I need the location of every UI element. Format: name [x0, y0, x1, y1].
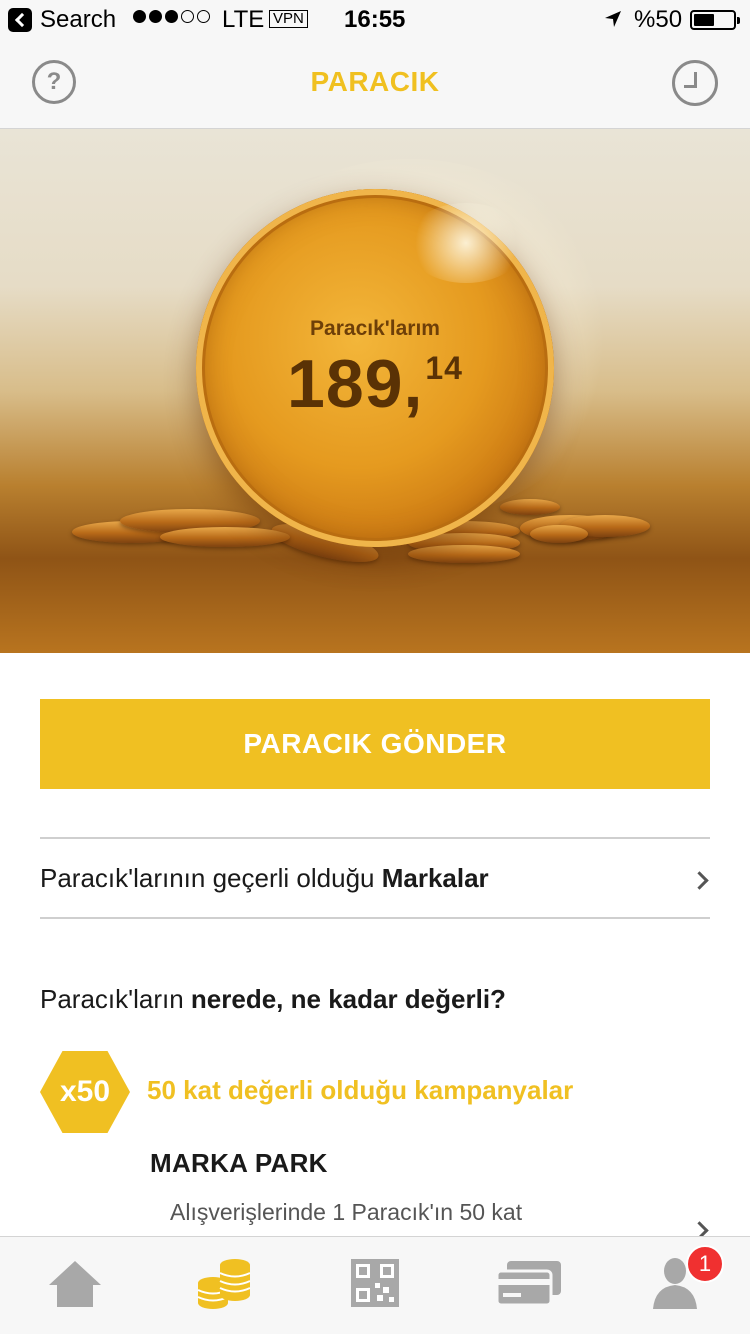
campaign-title[interactable]: 50 kat değerli olduğu kampanyalar [147, 1075, 573, 1106]
valid-brands-text: Paracık'larının geçerli olduğu Markalar [40, 863, 489, 894]
section-title: Paracık'ların nerede, ne kadar değerli? [40, 984, 506, 1015]
qr-code-icon [351, 1259, 399, 1307]
campaign-description: Alışverişlerinde 1 Paracık'ın 50 kat [170, 1199, 523, 1225]
section-title-prefix: Paracık'ların [40, 984, 191, 1014]
notification-badge: 1 [686, 1245, 724, 1283]
tab-paracik[interactable] [150, 1237, 300, 1334]
location-arrow-icon [605, 11, 621, 27]
balance-integer: 189, [287, 346, 424, 422]
battery-icon [690, 10, 740, 30]
decorative-coin [160, 527, 290, 547]
carrier-label: LTE [222, 6, 265, 33]
chevron-right-icon [690, 871, 709, 890]
history-clock-icon[interactable] [672, 60, 718, 106]
credit-card-icon [495, 1261, 561, 1307]
home-icon [49, 1261, 101, 1307]
clock: 16:55 [344, 6, 406, 33]
balance-value: 189,14 [196, 345, 554, 423]
tab-profile[interactable] [600, 1237, 750, 1334]
valid-brands-bold: Markalar [381, 863, 489, 893]
tab-cards[interactable] [450, 1237, 600, 1334]
multiplier-hexagon-badge: x50 [40, 1051, 130, 1133]
page-title: PARACIK [310, 66, 440, 97]
tab-qr[interactable] [300, 1237, 450, 1334]
campaign-brand-name[interactable]: MARKA PARK [150, 1148, 328, 1179]
decorative-coin [530, 525, 588, 543]
balance-label: Paracık'larım [310, 317, 440, 340]
balance-hero: Paracık'larım 189,14 [0, 129, 750, 653]
tab-home[interactable] [0, 1237, 150, 1334]
status-bar: Search LTE VPN 16:55 %50 [0, 0, 750, 40]
navigation-bar: ? PARACIK [0, 40, 750, 129]
vpn-badge: VPN [269, 10, 308, 28]
balance-decimal: 14 [425, 350, 463, 386]
section-title-bold: nerede, ne kadar değerli? [190, 984, 506, 1014]
coins-icon [197, 1259, 251, 1309]
back-to-search-label[interactable]: Search [40, 6, 116, 34]
decorative-coin [408, 545, 520, 563]
decorative-coin [500, 499, 560, 515]
send-paracik-button[interactable]: PARACIK GÖNDER [40, 699, 710, 789]
signal-strength-icon [133, 10, 210, 23]
valid-brands-prefix: Paracık'larının geçerli olduğu [40, 863, 382, 893]
back-arrow-icon[interactable] [8, 8, 32, 32]
paracik-coin: Paracık'larım 189,14 [196, 189, 554, 547]
valid-brands-row[interactable]: Paracık'larının geçerli olduğu Markalar [40, 837, 710, 919]
battery-percent: %50 [634, 6, 683, 33]
tab-bar: 1 [0, 1236, 750, 1334]
